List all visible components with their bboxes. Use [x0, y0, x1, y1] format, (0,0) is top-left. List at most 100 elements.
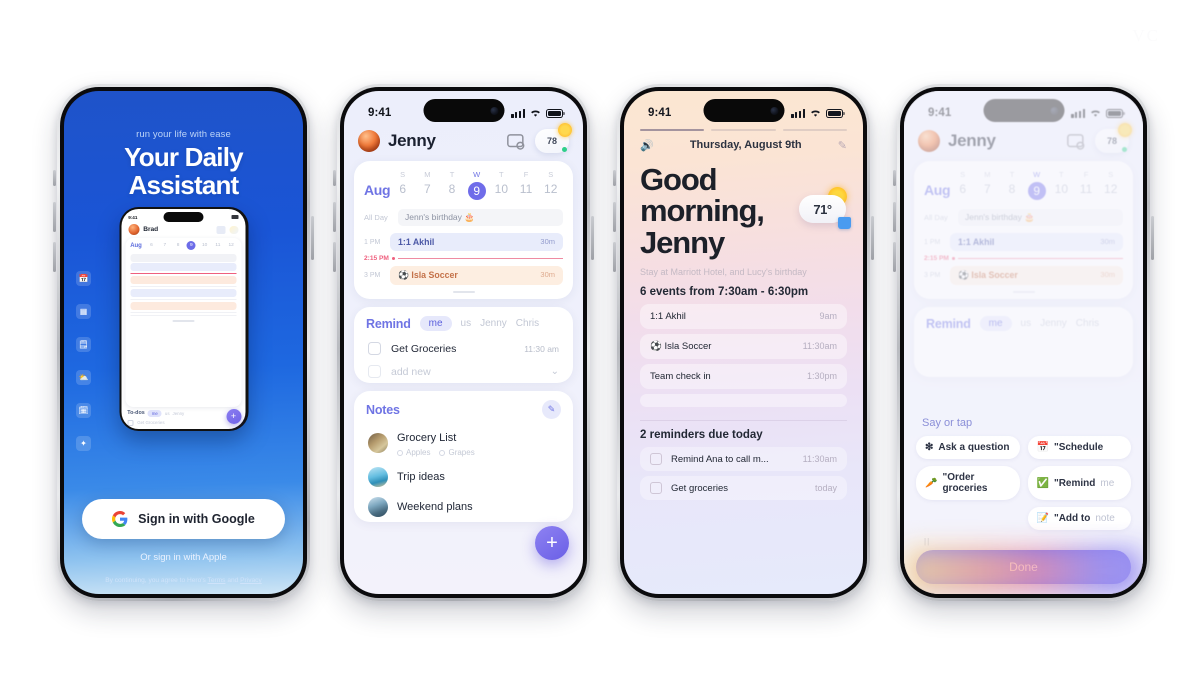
mini-add-button[interactable]: + [226, 409, 241, 425]
chip-ask-a-question[interactable]: ❇ Ask a question [916, 436, 1020, 459]
briefing-event[interactable]: ⚽ Isla Soccer 11:30am [640, 334, 847, 360]
reminder-checkbox[interactable] [650, 482, 662, 495]
speaker-icon[interactable]: 🔊 [640, 139, 654, 152]
briefing-event[interactable]: Team check in 1:30pm [640, 364, 847, 390]
reminder-filter-jenny[interactable]: Jenny [480, 318, 507, 329]
note-title: Weekend plans [397, 501, 473, 513]
weather-widget[interactable]: 71° [799, 187, 851, 229]
power-button[interactable] [311, 216, 314, 260]
mini-allday-event[interactable] [130, 253, 237, 262]
reminder-checkbox[interactable] [368, 365, 381, 378]
reminder-add-new[interactable]: add new ⌄ [354, 360, 573, 383]
reminder-text: Remind Ana to call m... [671, 453, 769, 465]
power-button[interactable] [1151, 216, 1154, 260]
chip-schedule[interactable]: 📅 "Schedule [1027, 436, 1131, 459]
note-item[interactable]: Grocery List Apples Grapes [354, 423, 573, 462]
chip-add-to-note[interactable]: 📝 "Add to note [1027, 507, 1131, 530]
reminder-checkbox[interactable] [650, 453, 662, 466]
event-block[interactable]: 1:1 Akhil 30m [390, 233, 563, 251]
note-subitem[interactable]: Grapes [439, 448, 475, 457]
mini-day[interactable]: 10 [199, 243, 210, 248]
mute-switch[interactable] [333, 170, 336, 186]
briefing-event-partial[interactable] [640, 394, 847, 408]
status-indicators [791, 108, 845, 118]
event-block[interactable]: ⚽ Isla Soccer 30m [390, 266, 563, 285]
briefing-reminder[interactable]: Remind Ana to call m... 11:30am [640, 447, 847, 472]
reminder-filter-chris[interactable]: Chris [516, 318, 539, 329]
weather-widget[interactable]: 78 [535, 123, 572, 153]
briefing-reminder[interactable]: Get groceries today [640, 476, 847, 501]
mini-event[interactable] [130, 263, 237, 272]
power-button[interactable] [871, 216, 874, 260]
volume-up-button[interactable] [613, 202, 616, 232]
chip-remind-me[interactable]: ✅ "Remind me [1027, 466, 1131, 500]
mini-divider [130, 299, 237, 301]
volume-up-button[interactable] [53, 202, 56, 232]
volume-down-button[interactable] [893, 242, 896, 272]
note-item[interactable]: Trip ideas [354, 462, 573, 492]
status-indicators [511, 108, 565, 118]
phone-bezel: 9:41 🔊 Thursday, August 9th ✎ Good morni… [620, 87, 867, 598]
briefing-event[interactable]: 1:1 Akhil 9am [640, 304, 847, 330]
reminder-item[interactable]: Get Groceries 11:30 am [354, 337, 573, 360]
mini-todo-pill-me[interactable]: me [147, 409, 162, 417]
mini-checkbox[interactable] [127, 419, 134, 426]
avatar[interactable] [358, 130, 380, 152]
mini-day[interactable]: 12 [226, 243, 237, 248]
calendar-month[interactable]: Aug [364, 182, 391, 200]
calendar-day[interactable]: S6 [390, 170, 415, 200]
phone-bezel: 9:41 Jenny 78 [900, 87, 1147, 598]
volume-up-button[interactable] [893, 202, 896, 232]
cellular-signal-icon [231, 109, 245, 118]
calendar-day-today[interactable]: W9 [464, 170, 489, 200]
calendar-day[interactable]: T10 [489, 170, 514, 200]
calendar-day[interactable]: M7 [415, 170, 440, 200]
status-time: 9:41 [368, 107, 392, 119]
edit-icon[interactable]: ✎ [542, 400, 561, 419]
reminder-checkbox[interactable] [368, 342, 381, 355]
note-thumbnail [368, 497, 388, 517]
mini-day[interactable]: 6 [146, 243, 157, 248]
search-card-icon[interactable] [507, 133, 527, 150]
volume-down-button[interactable] [53, 242, 56, 272]
power-button[interactable] [591, 216, 594, 260]
card-grabber[interactable] [452, 291, 475, 293]
reminder-filter-me[interactable]: me [419, 316, 452, 331]
mini-weather-icon[interactable] [229, 225, 239, 234]
mute-switch[interactable] [53, 170, 56, 186]
chip-order-groceries[interactable]: 🥕 "Order groceries [916, 466, 1020, 500]
mini-day[interactable]: 7 [159, 243, 170, 248]
chevron-down-icon[interactable]: ⌄ [551, 366, 559, 377]
done-button[interactable]: Done [916, 550, 1131, 584]
privacy-link[interactable]: Privacy [240, 577, 262, 584]
mute-switch[interactable] [893, 170, 896, 186]
note-subitem[interactable]: Apples [397, 448, 430, 457]
mini-event[interactable] [130, 289, 237, 298]
legal-mid: and [225, 577, 241, 584]
mini-day-today[interactable]: 9 [186, 241, 197, 251]
note-item[interactable]: Weekend plans [354, 492, 573, 522]
add-button[interactable]: + [535, 526, 569, 560]
terms-link[interactable]: Terms [208, 577, 226, 584]
mini-event[interactable] [130, 276, 237, 285]
mini-grabber[interactable] [172, 320, 195, 323]
mini-todo-who-jenny[interactable]: Jenny [173, 411, 185, 416]
volume-down-button[interactable] [333, 242, 336, 272]
mini-todo-who-us[interactable]: us [165, 411, 170, 416]
mini-search-icon[interactable] [216, 225, 226, 234]
sign-in-with-google-button[interactable]: Sign in with Google [82, 499, 285, 539]
mute-switch[interactable] [613, 170, 616, 186]
sign-in-with-apple-link[interactable]: Or sign in with Apple [82, 552, 285, 563]
volume-down-button[interactable] [613, 242, 616, 272]
mini-day[interactable]: 8 [172, 243, 183, 248]
all-day-event[interactable]: Jenn's birthday 🎂 [398, 209, 563, 226]
volume-up-button[interactable] [333, 202, 336, 232]
calendar-day[interactable]: T8 [440, 170, 465, 200]
reminder-filter-us[interactable]: us [461, 318, 472, 329]
calendar-day[interactable]: F11 [514, 170, 539, 200]
all-day-row: All Day Jenn's birthday 🎂 [354, 206, 573, 231]
mini-event[interactable] [130, 302, 237, 311]
pencil-icon[interactable]: ✎ [838, 139, 847, 152]
calendar-day[interactable]: S12 [538, 170, 563, 200]
mini-day[interactable]: 11 [212, 243, 223, 248]
